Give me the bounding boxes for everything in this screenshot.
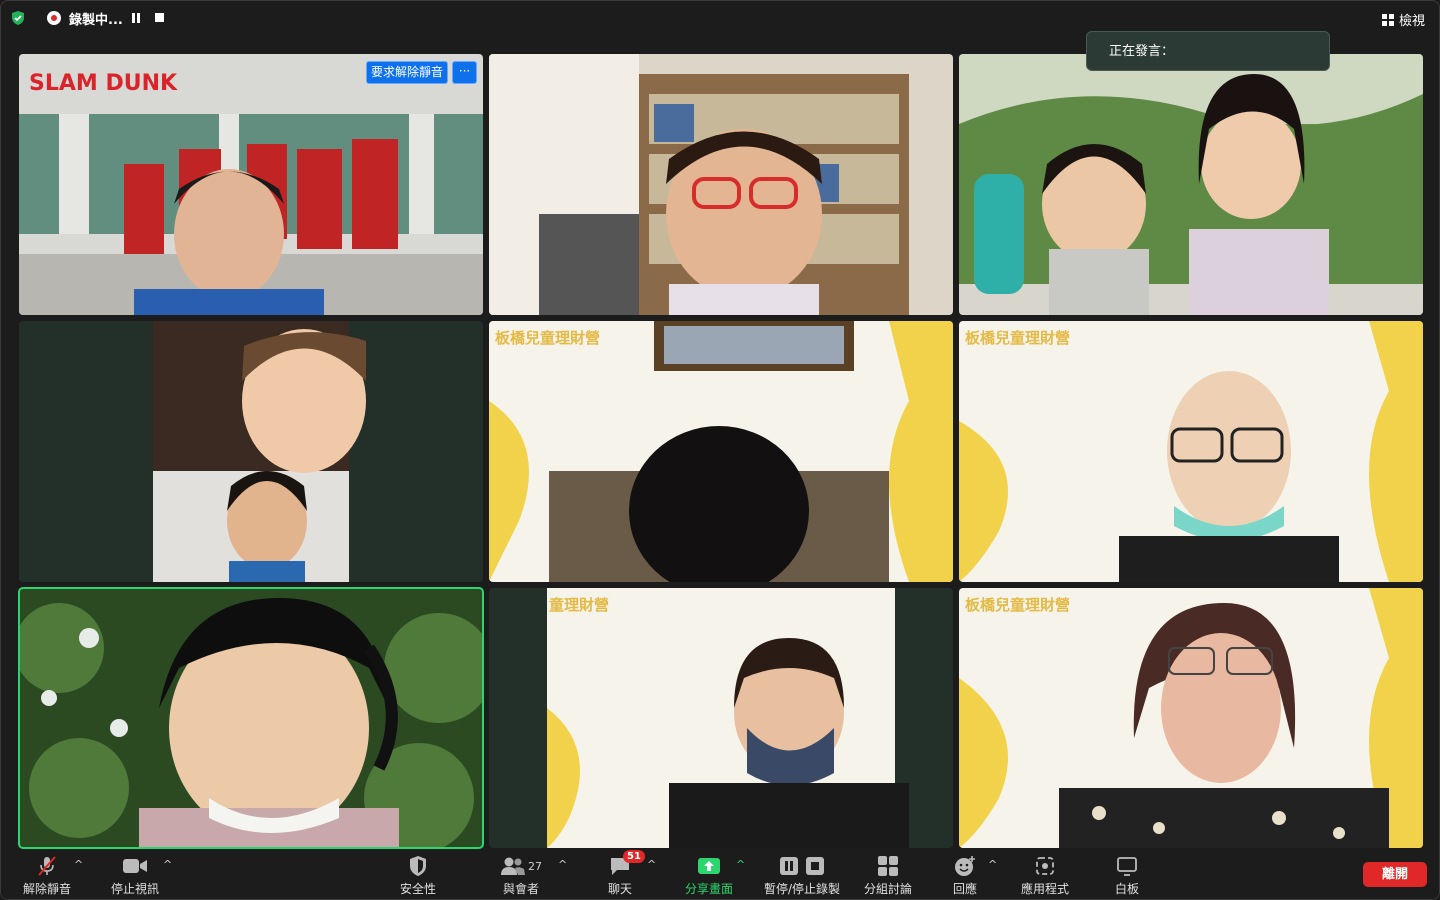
unmute-button[interactable]: 解除靜音: [21, 849, 73, 899]
more-options-button[interactable]: ···: [452, 61, 477, 84]
whiteboard-icon: [1117, 857, 1137, 876]
video-feed: [489, 54, 953, 315]
meeting-toolbar: 解除靜音 ^ 停止視訊 ^ 安全性 27 與會者 ^ 51 聊天 ^ 分享畫面 …: [1, 849, 1439, 899]
video-feed: [153, 321, 366, 582]
chevron-up-icon[interactable]: ^: [74, 858, 84, 871]
security-label: 安全性: [399, 882, 436, 896]
stop-video-label: 停止視訊: [110, 882, 159, 896]
background-watermark: 童理財營: [549, 596, 610, 614]
share-screen-icon: [698, 858, 720, 874]
apps-button[interactable]: 應用程式: [1017, 849, 1073, 899]
video-tile-3[interactable]: [959, 54, 1423, 315]
top-bar: 錄製中... 檢視: [1, 1, 1439, 35]
chevron-up-icon[interactable]: ^: [988, 858, 998, 871]
breakout-rooms-button[interactable]: 分組討論: [861, 849, 915, 899]
security-button[interactable]: 安全性: [397, 849, 439, 899]
video-feed: [489, 321, 953, 582]
speaking-indicator-popup: 正在發言：: [1086, 31, 1330, 71]
muted-microphone-icon: [38, 856, 56, 876]
view-button[interactable]: 檢視: [1381, 10, 1425, 29]
view-grid-icon: [1381, 13, 1394, 26]
video-feed: [959, 54, 1423, 315]
security-shield-icon[interactable]: [10, 10, 26, 26]
stop-recording-icon[interactable]: [155, 13, 164, 22]
participants-button[interactable]: 27 與會者: [495, 849, 547, 899]
chevron-up-icon[interactable]: ^: [163, 858, 173, 871]
video-feed: [959, 321, 1423, 582]
background-watermark: 板橋兒童理財營: [965, 329, 1071, 347]
video-tile-8[interactable]: 童理財營: [489, 588, 953, 848]
participants-label: 與會者: [502, 882, 539, 896]
video-tile-5[interactable]: 板橋兒童理財營: [489, 321, 953, 582]
video-tile-4[interactable]: [19, 321, 483, 582]
emoji-reaction-icon: [955, 856, 975, 876]
share-screen-button[interactable]: 分享畫面: [681, 849, 737, 899]
reactions-label: 回應: [952, 882, 977, 896]
pause-icon: [780, 857, 798, 875]
recording-label: 錄製中...: [69, 12, 123, 28]
chat-label: 聊天: [607, 882, 632, 896]
apps-icon: [1036, 857, 1054, 875]
breakout-rooms-icon: [878, 856, 898, 876]
background-watermark: 板橋兒童理財營: [965, 596, 1071, 614]
whiteboard-label: 白板: [1114, 882, 1139, 896]
zoom-meeting-window: 錄製中... 檢視 SLAM DUNK 要求解除靜音 ··· 板橋兒童理財營 板…: [0, 0, 1440, 900]
apps-label: 應用程式: [1020, 882, 1069, 896]
video-tile-2[interactable]: [489, 54, 953, 315]
video-feed: [959, 588, 1423, 848]
shield-icon: [410, 856, 426, 876]
whiteboard-button[interactable]: 白板: [1111, 849, 1143, 899]
video-tile-7-active-speaker[interactable]: [18, 587, 484, 849]
stop-video-button[interactable]: 停止視訊: [109, 849, 161, 899]
breakout-rooms-label: 分組討論: [863, 882, 912, 896]
video-camera-icon: [123, 859, 147, 873]
participants-icon: [501, 857, 525, 875]
video-feed: [547, 588, 909, 848]
pause-recording-icon[interactable]: [132, 13, 141, 23]
chevron-up-icon[interactable]: ^: [736, 858, 746, 871]
video-tile-9[interactable]: 板橋兒童理財營: [959, 588, 1423, 848]
video-feed: [19, 588, 483, 848]
view-label: 檢視: [1398, 14, 1425, 29]
leave-meeting-button[interactable]: 離開: [1363, 862, 1427, 887]
stop-icon: [806, 857, 824, 875]
svg-text:SLAM DUNK: SLAM DUNK: [29, 71, 178, 96]
chevron-up-icon[interactable]: ^: [558, 858, 568, 871]
video-tile-1[interactable]: SLAM DUNK 要求解除靜音 ···: [19, 54, 483, 315]
chevron-up-icon[interactable]: ^: [647, 858, 657, 871]
participants-count: 27: [528, 859, 542, 873]
recording-indicator: 錄製中...: [39, 8, 131, 28]
chat-button[interactable]: 51 聊天: [601, 849, 645, 899]
video-tile-6[interactable]: 板橋兒童理財營: [959, 321, 1423, 582]
recording-controls-label: 暫停/停止錄製: [763, 882, 841, 896]
video-feed: SLAM DUNK: [19, 54, 483, 315]
share-screen-label: 分享畫面: [684, 882, 733, 896]
recording-dot-icon: [47, 11, 61, 25]
background-watermark: 板橋兒童理財營: [495, 329, 601, 347]
unmute-label: 解除靜音: [22, 882, 71, 896]
reactions-button[interactable]: 回應: [949, 849, 981, 899]
chat-unread-badge: 51: [623, 850, 645, 863]
request-unmute-button[interactable]: 要求解除靜音: [365, 61, 448, 84]
pause-stop-recording-button[interactable]: 暫停/停止錄製: [759, 849, 845, 899]
